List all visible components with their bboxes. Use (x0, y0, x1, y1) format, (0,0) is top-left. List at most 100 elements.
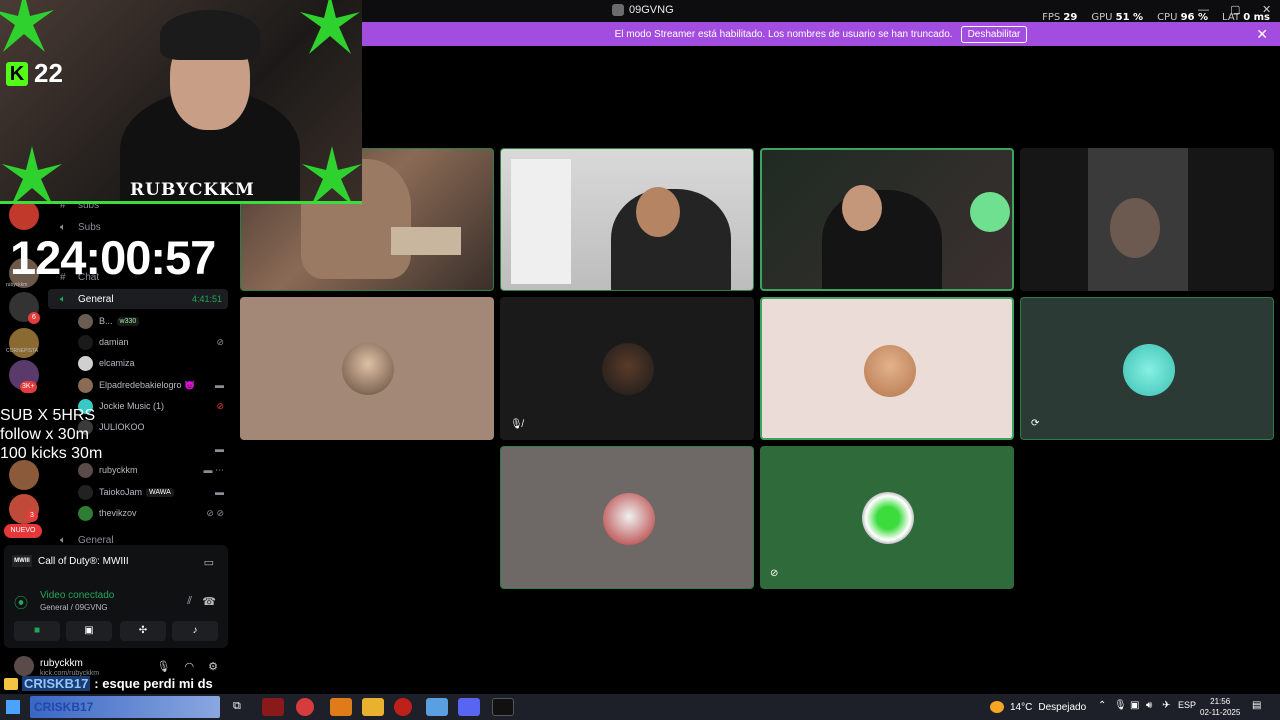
goal-line: follow x 30m (0, 426, 89, 443)
start-icon[interactable] (6, 700, 20, 714)
avatar (78, 313, 93, 329)
language-indicator[interactable]: ESP (1178, 700, 1196, 710)
win-maximize-icon[interactable]: ▢ (1230, 3, 1240, 16)
user-tag: w330 (116, 316, 140, 326)
taskbar-app-obs[interactable] (262, 698, 284, 716)
voice-user[interactable]: rubyckkm ▬ ⋯ (78, 460, 228, 480)
microphone-icon[interactable]: 🎙︎ (157, 660, 171, 673)
user-avatar (864, 345, 916, 397)
avatar[interactable] (14, 656, 34, 676)
chat-username: CRISKB17 (22, 676, 91, 691)
video-feed (511, 159, 571, 284)
channel-name: General (78, 293, 114, 305)
taskbar-app-store[interactable] (426, 698, 448, 716)
microphone-icon[interactable]: 🎙︎ (1114, 700, 1127, 711)
voice-connected-panel: MWIII Call of Duty®: MWIII ▭ ⦿ Video con… (4, 545, 228, 648)
voice-user[interactable]: TaiokoJam WAWA ▬ (78, 482, 228, 502)
taskbar-app-chrome[interactable] (296, 698, 314, 716)
voice-tile-5[interactable] (240, 297, 494, 440)
network-icon[interactable]: ✈ (1162, 700, 1170, 711)
voice-tile-7[interactable] (760, 297, 1014, 440)
headphones-icon: ⟳ (1031, 418, 1040, 429)
game-title: Call of Duty®: MWIII (38, 555, 129, 567)
win-close-icon[interactable]: ✕ (1262, 3, 1271, 16)
cam-name-label: RUBYCKKM (130, 180, 255, 200)
voice-user[interactable]: B... w330 (78, 311, 228, 331)
connection-status: Video conectado (40, 590, 115, 601)
chevron-up-icon[interactable]: ⌃ (1098, 700, 1106, 711)
close-icon[interactable]: ✕ (1256, 26, 1268, 43)
gear-icon[interactable]: ⚙ (208, 660, 218, 673)
video-feed-detail (391, 227, 461, 255)
disable-streamer-button[interactable]: Deshabilitar (960, 25, 1028, 43)
user-tag: WAWA (146, 487, 174, 497)
taskbar-app-cod[interactable] (492, 698, 514, 716)
video-feed-person (1110, 198, 1160, 258)
avatar (78, 484, 93, 500)
chat-text: : esque perdi mi ds (94, 676, 213, 691)
server-icon-1[interactable] (9, 200, 39, 230)
activities-button[interactable]: ✣ (120, 621, 166, 641)
discord-streamer-screen: 09GVNG FPS 29 GPU 51 % CPU 96 % LAT 0 ms… (0, 0, 1280, 720)
avatar (78, 505, 93, 521)
taskbar-app-discord[interactable] (458, 698, 480, 716)
task-view-icon[interactable]: ⧉ (233, 700, 241, 713)
voice-tile-6[interactable]: 🎙︎̸ (500, 297, 754, 440)
win-minimize-icon[interactable]: — (1198, 4, 1209, 16)
notification-badge: 3 (26, 510, 38, 522)
avatar (78, 377, 93, 393)
video-feed-person (822, 190, 942, 289)
chat-message-overlay: CRISKB17 : esque perdi mi ds (4, 676, 213, 691)
taskbar-app-record[interactable] (394, 698, 412, 716)
camera-button[interactable]: ■ (14, 621, 60, 641)
subathon-timer: 124:00:57 (10, 231, 216, 284)
camera-icon: ▬ ⋯ (203, 464, 224, 475)
username: rubyckkm (40, 658, 83, 669)
video-tile-3-live[interactable] (760, 148, 1014, 291)
taskbar-app-files[interactable] (362, 698, 384, 716)
notification-icon[interactable]: ▤ (1252, 700, 1261, 711)
mic-muted-icon: ⊘ (216, 336, 224, 347)
mic-muted-icon: ⊘ ⊘ (206, 507, 224, 518)
stream-preview-icon[interactable]: ▭ (204, 556, 214, 569)
taskbar: CRISKB17 ⧉ 14°C Despejado ⌃ 🎙︎ ▣ 🔊︎ ✈ ES… (0, 694, 1280, 720)
new-badge: NUEVO (4, 524, 42, 538)
tray-app-icon[interactable]: ▣ (1130, 700, 1139, 711)
channel-general-active[interactable]: 🔈︎ General 4:41:51 (48, 289, 228, 309)
weather-widget[interactable]: 14°C Despejado (990, 701, 1086, 713)
video-tile-2[interactable] (500, 148, 754, 291)
connection-channel[interactable]: General / 09GVNG (40, 603, 108, 612)
clock[interactable]: 21:56 02-11-2025 (1200, 696, 1240, 718)
taskbar-widget[interactable]: CRISKB17 (30, 696, 220, 718)
kick-follower-count: K 22 (6, 58, 63, 89)
avatar (78, 355, 93, 371)
server-icon-6[interactable] (9, 460, 39, 490)
notification-badge: 6 (28, 312, 40, 324)
soundboard-button[interactable]: ♪ (172, 621, 218, 641)
voice-user[interactable]: damian ⊘ (78, 332, 228, 352)
kick-count-value: 22 (34, 58, 63, 88)
screen-share-button[interactable]: ▣ (66, 621, 112, 641)
webcam-overlay: K 22 RUBYCKKM (0, 0, 362, 204)
voice-user[interactable]: thevikzov ⊘ ⊘ (78, 503, 228, 523)
speaker-icon[interactable]: 🔊︎ (1146, 700, 1152, 711)
voice-tile-10[interactable]: ⊘ (760, 446, 1014, 589)
headphones-icon[interactable]: ◠ (185, 660, 195, 673)
voice-user[interactable]: Elpadredebakielogro 👿 ▬ (78, 375, 228, 395)
voice-tile-9[interactable] (500, 446, 754, 589)
voice-tile-8[interactable]: ⟳ (1020, 297, 1274, 440)
video-tile-4[interactable] (1020, 148, 1274, 291)
camera-icon: ▬ (215, 380, 224, 390)
avatar (78, 334, 93, 350)
speaker-icon: 🔈︎ (60, 534, 66, 546)
voice-user[interactable]: elcamiza (78, 353, 228, 373)
disconnect-icon[interactable]: ☎ (202, 595, 216, 608)
camera-icon: ▬ (215, 487, 224, 497)
mic-muted-icon: 🎙︎̸ (510, 419, 523, 430)
taskbar-app-vlc[interactable] (330, 698, 352, 716)
server-title-text: 09GVNG (629, 4, 674, 16)
noise-suppression-icon[interactable]: ⫽ (187, 595, 192, 608)
video-feed-face (636, 187, 680, 237)
kick-logo-icon: K (6, 61, 28, 86)
deafened-icon: ⊘ (216, 400, 224, 411)
